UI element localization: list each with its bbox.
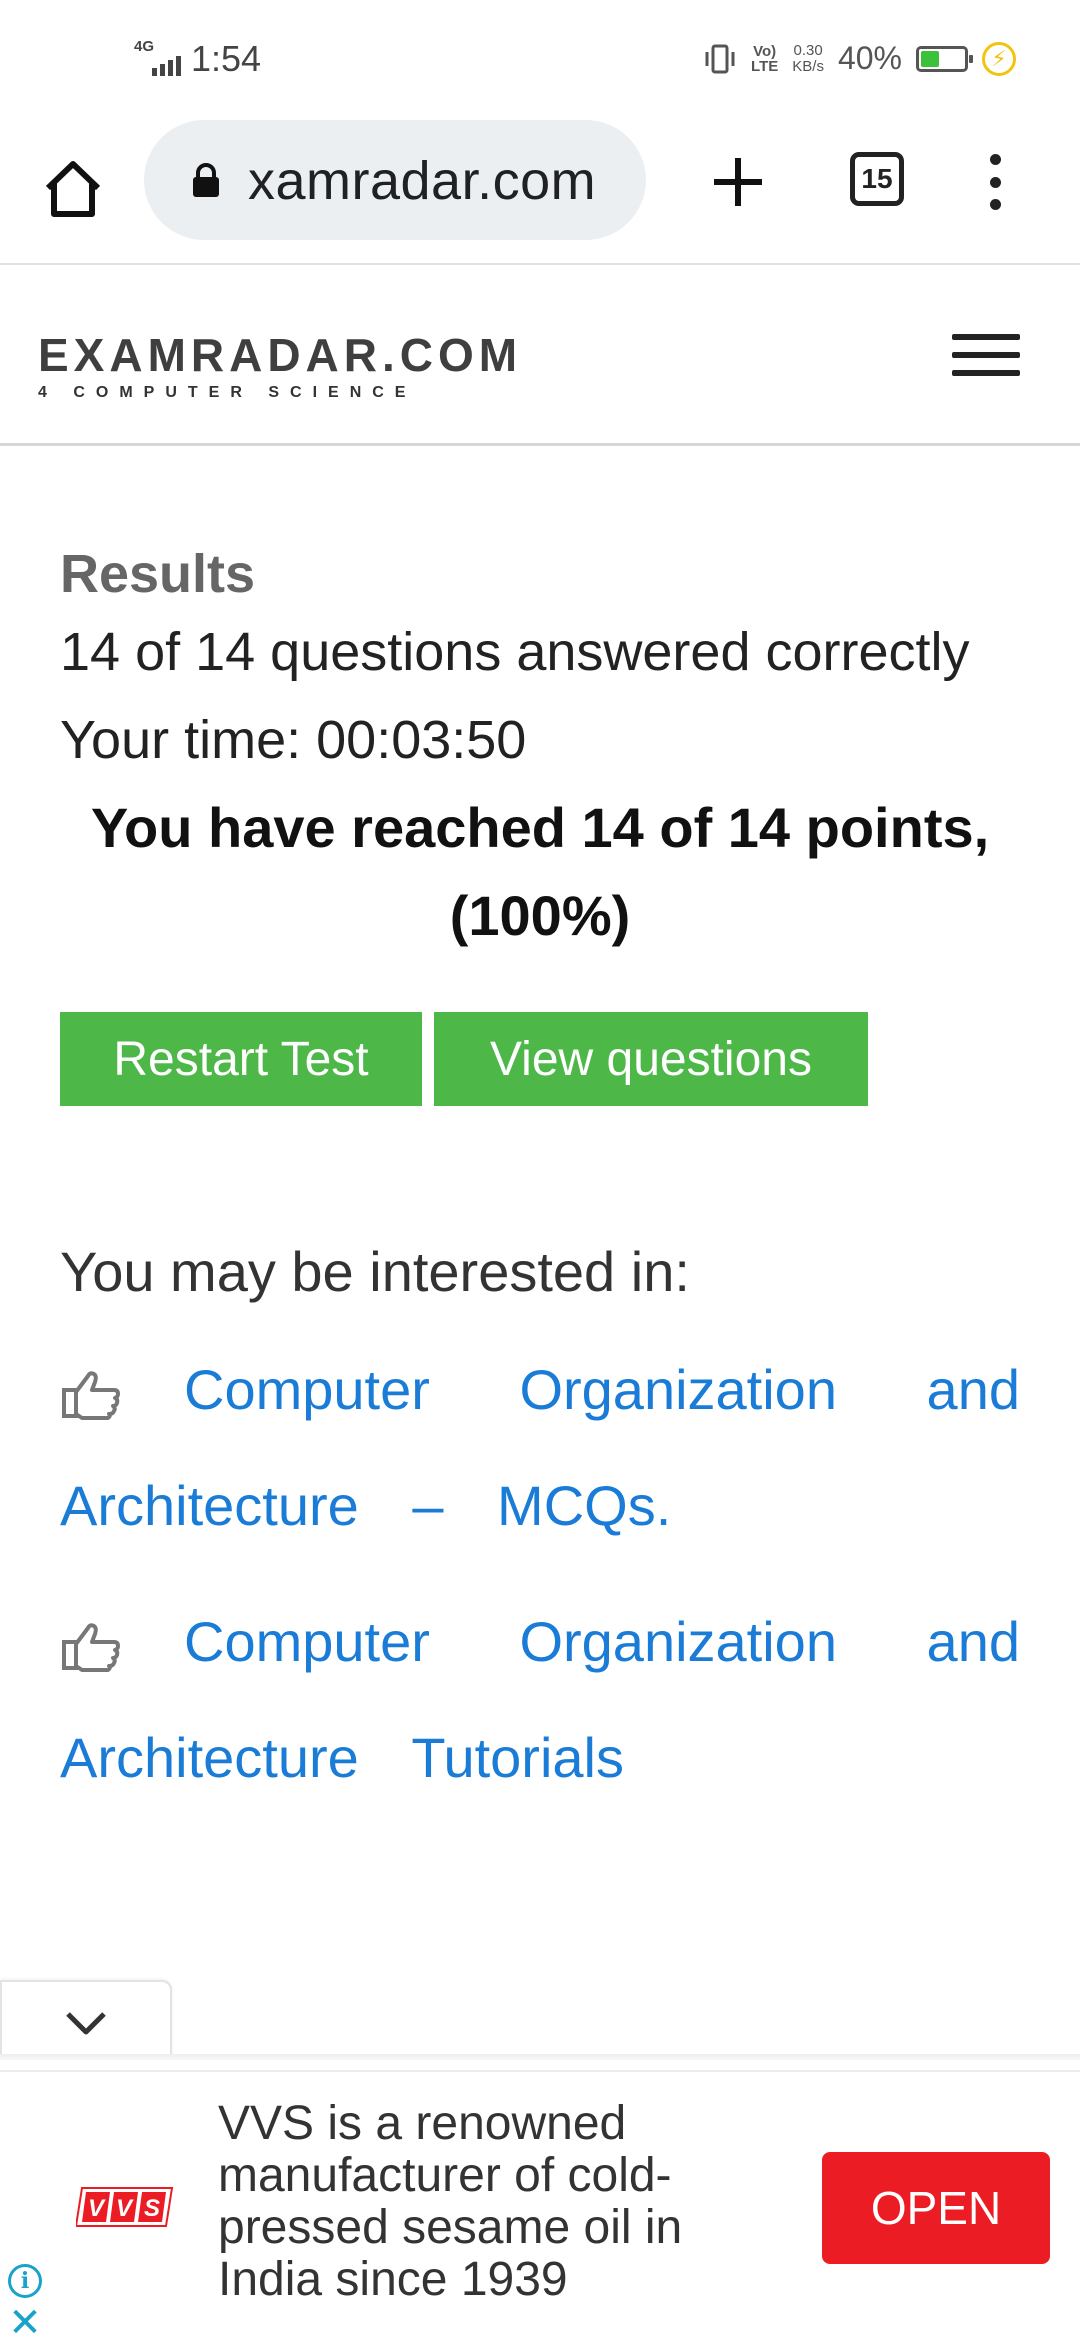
answered-summary: 14 of 14 questions answered correctly [60,622,970,682]
ad-close-icon[interactable]: ✕ [6,2303,44,2340]
result-actions: Restart Test View questions [60,1012,1020,1106]
logo-main: EXAMRADAR.COM [38,329,523,381]
home-icon[interactable] [40,156,106,222]
url-text[interactable]: xamradar.com [248,150,596,212]
vvs-logo-letter: S [144,2195,160,2222]
interested-heading: You may be interested in: [60,1240,690,1303]
vvs-logo-letter: V [116,2195,134,2222]
related-link-text[interactable]: Computer Organization and Architecture T… [60,1610,1020,1789]
browser-toolbar: xamradar.com 15 [0,120,1080,265]
status-bar: 4G 1:54 Vo) LTE 0.30 KB/s 40% ⚡ [0,0,1080,120]
volte-icon: Vo) LTE [751,42,779,75]
charging-icon: ⚡ [982,41,1016,76]
ad-divider [0,2054,1080,2060]
elapsed-time: Your time: 00:03:50 [60,710,527,770]
ad-collapse-tab[interactable] [0,1980,172,2058]
ad-banner[interactable]: V VS VVS is a renowned manufacturer of c… [0,2070,1080,2340]
logo-tagline: 4 COMPUTER SCIENCE [38,384,417,401]
network-speed: 0.30 KB/s [792,41,824,75]
status-left: 4G 1:54 [134,38,261,80]
vvs-logo-letter: V [88,2195,106,2222]
related-link[interactable]: Computer Organization and Architecture –… [60,1332,1020,1564]
new-tab-icon[interactable] [708,152,768,212]
hamburger-menu-icon[interactable] [952,334,1020,376]
related-link[interactable]: Computer Organization and Architecture T… [60,1584,1020,1816]
status-right: Vo) LTE 0.30 KB/s 40% ⚡ [703,40,1016,77]
main-content: Results 14 of 14 questions answered corr… [60,540,1020,1816]
vvs-logo: V VS [76,2187,174,2227]
view-questions-button[interactable]: View questions [434,1012,868,1106]
address-bar[interactable]: xamradar.com [144,120,646,240]
clock: 1:54 [191,38,262,79]
site-logo[interactable]: EXAMRADAR.COM 4 COMPUTER SCIENCE [38,328,522,402]
related-link-text[interactable]: Computer Organization and Architecture –… [60,1358,1020,1537]
restart-test-button[interactable]: Restart Test [60,1012,422,1106]
signal-icon: 4G [134,38,181,76]
battery-percent: 40% [837,40,902,76]
vibrate-icon [705,44,735,73]
site-header: EXAMRADAR.COM 4 COMPUTER SCIENCE [0,266,1080,446]
tab-switcher-button[interactable]: 15 [850,152,904,206]
network-type: 4G [134,38,155,55]
ad-copy[interactable]: VVS is a renowned manufacturer of cold-p… [218,2098,778,2306]
thumbs-up-icon [62,1371,120,1421]
ad-open-button[interactable]: OPEN [822,2152,1050,2264]
results-title: Results [60,544,256,604]
chevron-down-icon [66,2012,106,2035]
points-summary: You have reached 14 of 14 points, (100%) [90,796,990,947]
thumbs-up-icon [62,1623,120,1673]
lock-icon [193,163,219,197]
ad-info-icon[interactable]: i [8,2264,42,2298]
more-menu-icon[interactable] [980,154,1010,210]
battery-fill [921,50,940,67]
battery-icon [916,45,973,72]
